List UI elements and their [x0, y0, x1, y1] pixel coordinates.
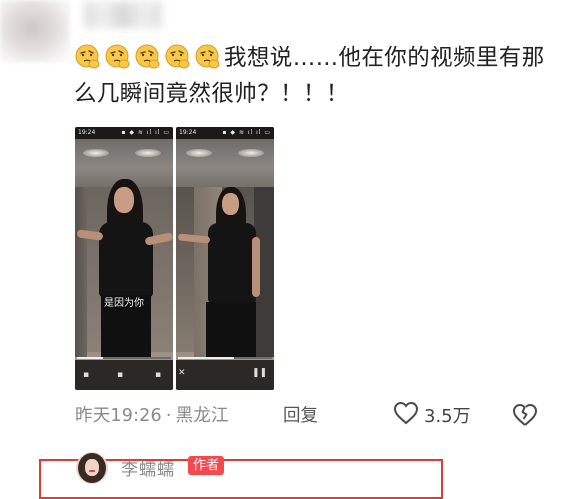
comment-body: 我想说……他在你的视频里有那么几瞬间竟然很帅？！！！ [74, 40, 549, 112]
meta-separator: · [165, 406, 172, 426]
status-bar: 19:24 ▪ ◆ ≋ ıl ıl ▭ [75, 127, 173, 139]
close-icon[interactable]: ✕ [178, 368, 186, 378]
commenter-avatar[interactable] [0, 0, 70, 62]
author-badge: 作者 [188, 456, 225, 475]
thinking-face-icon [104, 44, 131, 70]
emoji-row [74, 44, 224, 71]
video-controls: ✕ ❚❚ [176, 360, 274, 390]
video-progress[interactable] [178, 357, 272, 359]
like-count: 3.5万 [424, 406, 471, 427]
video-progress[interactable] [77, 357, 171, 359]
reply-author-avatar[interactable] [76, 452, 108, 484]
thinking-face-icon [74, 44, 101, 70]
comment-meta: 昨天19:26 · 黑龙江 [75, 402, 229, 427]
broken-heart-icon [511, 404, 539, 432]
commenter-name-redacted[interactable] [84, 2, 162, 28]
reply-button[interactable]: 回复 [283, 402, 318, 427]
thinking-face-icon [164, 44, 191, 70]
status-bar: 19:24 ▪ ◆ ≋ ıl ıl ▭ [176, 127, 274, 139]
heart-icon [393, 401, 424, 429]
comment-time: 昨天19:26 [75, 406, 162, 426]
video-subtitle: 是因为你 [104, 298, 144, 309]
like-button[interactable]: 3.5万 [393, 400, 471, 430]
video-thumbnail-2[interactable]: 19:24 ▪ ◆ ≋ ıl ıl ▭ ✕ ❚❚ [176, 127, 274, 390]
thinking-face-icon [194, 44, 221, 70]
comment-location: 黑龙江 [175, 406, 229, 426]
pause-icon[interactable]: ❚❚ [252, 368, 267, 378]
video-thumbnail-1[interactable]: 19:24 ▪ ◆ ≋ ıl ıl ▭ 是因为你 ▪ ▪ ▪ [75, 127, 173, 390]
video-controls: ▪ ▪ ▪ [75, 360, 173, 390]
reply-author-name[interactable]: 李蠕蠕 [121, 455, 175, 480]
thinking-face-icon [134, 44, 161, 70]
dislike-button[interactable] [511, 402, 539, 428]
